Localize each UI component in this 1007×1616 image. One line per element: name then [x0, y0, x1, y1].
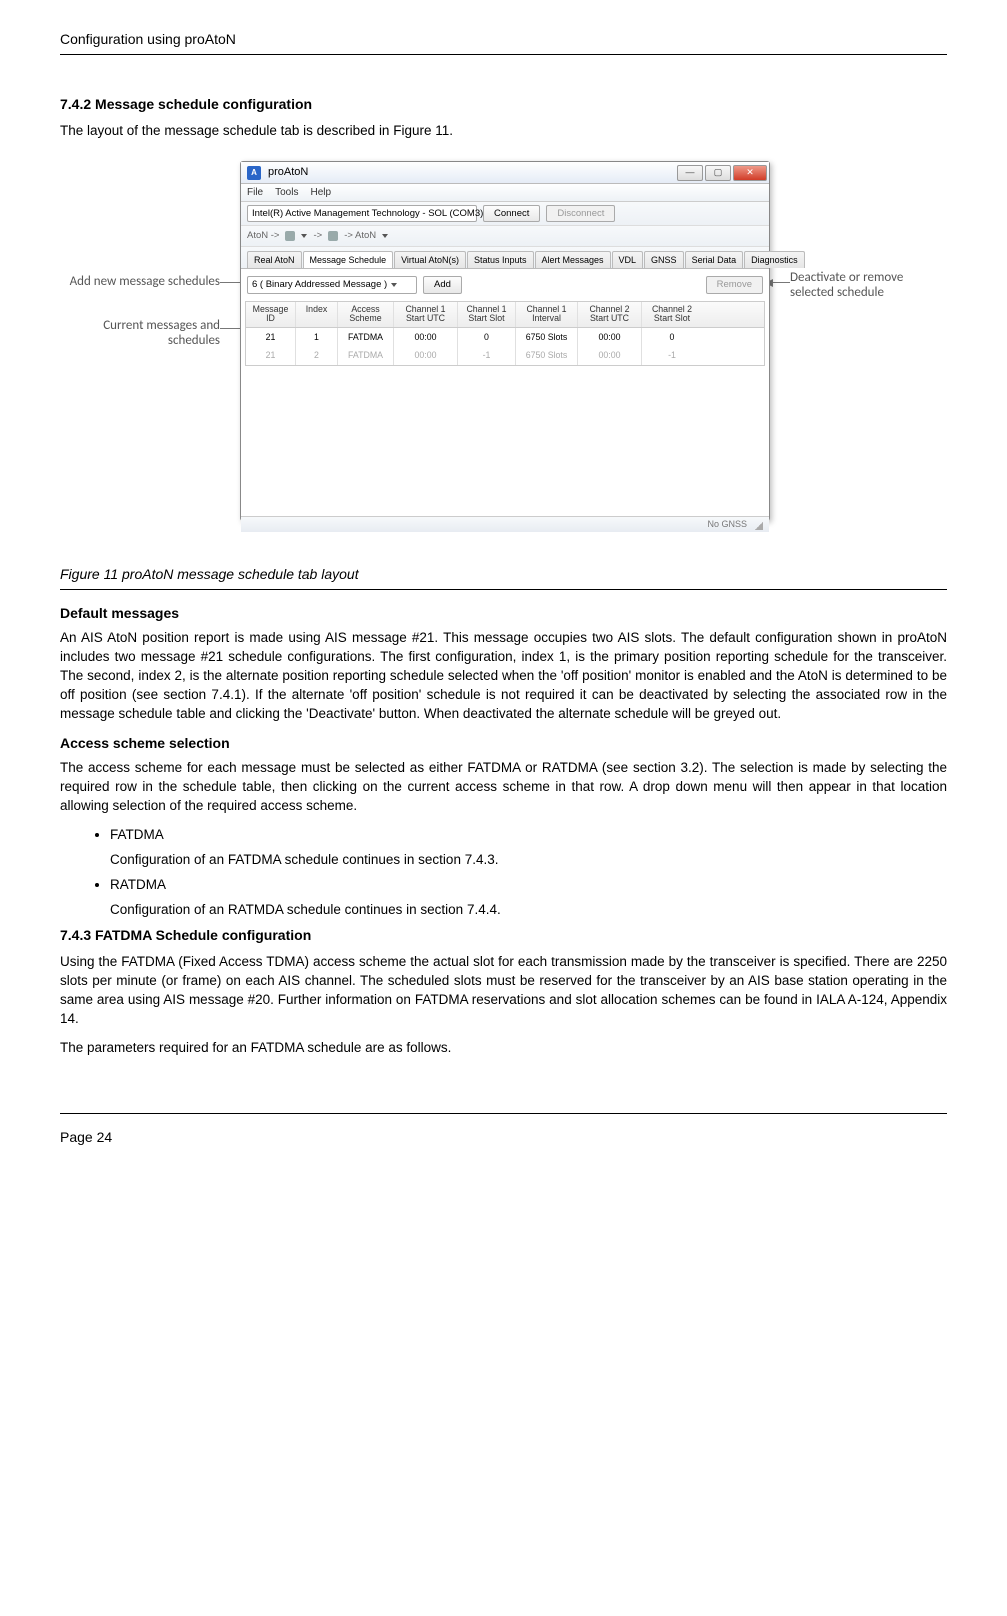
- maximize-button[interactable]: ▢: [705, 165, 731, 181]
- disconnect-button[interactable]: Disconnect: [546, 205, 615, 222]
- annotation-current-schedules: Current messages and schedules: [60, 319, 220, 349]
- table-row[interactable]: 212FATDMA00:00-16750 Slots00:00-1: [246, 346, 764, 364]
- table-cell: 00:00: [578, 346, 642, 364]
- menu-tools[interactable]: Tools: [275, 186, 298, 200]
- col-header: Channel 2 Start Slot: [642, 302, 702, 327]
- content-area: 6 ( Binary Addressed Message ) Add Remov…: [241, 268, 769, 532]
- app-icon: A: [247, 166, 261, 180]
- col-header: Access Scheme: [338, 302, 394, 327]
- message-type-value: 6 ( Binary Addressed Message ): [252, 278, 387, 291]
- aton-label-mid: ->: [313, 229, 322, 242]
- annotation-deactivate: Deactivate or remove selected schedule: [790, 271, 950, 301]
- col-header: Channel 1 Interval: [516, 302, 578, 327]
- chevron-down-icon: [391, 283, 397, 287]
- aton-label-right: -> AtoN: [344, 229, 376, 242]
- col-header: Message ID: [246, 302, 296, 327]
- tab-alert-messages[interactable]: Alert Messages: [535, 251, 611, 269]
- heading-743: 7.4.3 FATDMA Schedule configuration: [60, 926, 947, 946]
- menu-file[interactable]: File: [247, 186, 263, 200]
- table-cell: 21: [246, 346, 296, 364]
- table-cell: 00:00: [394, 328, 458, 346]
- bullet-ratdma: RATDMA: [110, 876, 947, 895]
- tab-vdl[interactable]: VDL: [612, 251, 644, 269]
- port-select[interactable]: Intel(R) Active Management Technology - …: [247, 205, 477, 222]
- table-cell: 6750 Slots: [516, 346, 578, 364]
- table-row[interactable]: 211FATDMA00:0006750 Slots00:000: [246, 328, 764, 346]
- device-icon: [285, 231, 295, 241]
- table-cell: -1: [458, 346, 516, 364]
- table-header: Message IDIndexAccess SchemeChannel 1 St…: [246, 302, 764, 328]
- default-messages-body: An AIS AtoN position report is made usin…: [60, 629, 947, 723]
- tab-row: Real AtoNMessage ScheduleVirtual AtoN(s)…: [241, 247, 769, 269]
- tab-real-aton[interactable]: Real AtoN: [247, 251, 302, 269]
- para-742: The layout of the message schedule tab i…: [60, 122, 947, 141]
- annotation-add-schedules: Add new message schedules: [60, 275, 220, 290]
- bullet-list: FATDMA: [60, 826, 947, 845]
- minimize-button[interactable]: —: [677, 165, 703, 181]
- table-cell: 2: [296, 346, 338, 364]
- menu-help[interactable]: Help: [310, 186, 331, 200]
- status-bar: No GNSS: [241, 516, 769, 532]
- table-cell: -1: [642, 346, 702, 364]
- menubar: File Tools Help: [241, 184, 769, 202]
- connection-row: Intel(R) Active Management Technology - …: [241, 202, 769, 226]
- resize-grip-icon[interactable]: [753, 520, 763, 530]
- app-title: proAtoN: [268, 165, 308, 180]
- table-cell: 00:00: [394, 346, 458, 364]
- app-window: A proAtoN — ▢ ✕ File Tools Help Intel(R)…: [240, 161, 770, 521]
- tab-serial-data[interactable]: Serial Data: [685, 251, 744, 269]
- para-743-2: The parameters required for an FATDMA sc…: [60, 1039, 947, 1058]
- figure-11: Add new message schedules Current messag…: [60, 151, 940, 541]
- table-cell: 1: [296, 328, 338, 346]
- connect-button[interactable]: Connect: [483, 205, 540, 222]
- close-button[interactable]: ✕: [733, 165, 767, 181]
- chevron-down-icon: [301, 234, 307, 238]
- message-type-select[interactable]: 6 ( Binary Addressed Message ): [247, 276, 417, 293]
- col-header: Channel 1 Start Slot: [458, 302, 516, 327]
- figure-caption: Figure 11 proAtoN message schedule tab l…: [60, 565, 947, 590]
- table-cell: FATDMA: [338, 346, 394, 364]
- tab-status-inputs[interactable]: Status Inputs: [467, 251, 534, 269]
- bullet-fatdma: FATDMA: [110, 826, 947, 845]
- tab-gnss[interactable]: GNSS: [644, 251, 684, 269]
- table-cell: FATDMA: [338, 328, 394, 346]
- page-header: Configuration using proAtoN: [60, 30, 947, 55]
- page-footer: Page 24: [60, 1113, 947, 1148]
- para-743-1: Using the FATDMA (Fixed Access TDMA) acc…: [60, 953, 947, 1029]
- col-header: Index: [296, 302, 338, 327]
- status-text: No GNSS: [707, 518, 747, 531]
- add-button[interactable]: Add: [423, 276, 462, 293]
- table-cell: 0: [642, 328, 702, 346]
- access-scheme-body: The access scheme for each message must …: [60, 759, 947, 816]
- tab-virtual-aton-s-[interactable]: Virtual AtoN(s): [394, 251, 466, 269]
- table-cell: 6750 Slots: [516, 328, 578, 346]
- aton-row: AtoN -> -> -> AtoN: [241, 226, 769, 246]
- tab-message-schedule[interactable]: Message Schedule: [303, 251, 394, 269]
- table-cell: 0: [458, 328, 516, 346]
- remove-button[interactable]: Remove: [706, 276, 763, 293]
- chevron-down-icon: [382, 234, 388, 238]
- table-cell: 21: [246, 328, 296, 346]
- device-icon: [328, 231, 338, 241]
- tab-diagnostics[interactable]: Diagnostics: [744, 251, 805, 269]
- table-body: 211FATDMA00:0006750 Slots00:000212FATDMA…: [246, 328, 764, 365]
- default-messages-head: Default messages: [60, 604, 947, 624]
- aton-label-left: AtoN ->: [247, 229, 279, 242]
- bullet-ratdma-desc: Configuration of an RATMDA schedule cont…: [60, 901, 947, 920]
- table-cell: 00:00: [578, 328, 642, 346]
- schedule-table: Message IDIndexAccess SchemeChannel 1 St…: [245, 301, 765, 366]
- bullet-fatdma-desc: Configuration of an FATDMA schedule cont…: [60, 851, 947, 870]
- access-scheme-head: Access scheme selection: [60, 734, 947, 754]
- bullet-list: RATDMA: [60, 876, 947, 895]
- titlebar: A proAtoN — ▢ ✕: [241, 162, 769, 184]
- port-select-value: Intel(R) Active Management Technology - …: [252, 207, 483, 220]
- schedule-add-row: 6 ( Binary Addressed Message ) Add Remov…: [245, 273, 765, 296]
- col-header: Channel 2 Start UTC: [578, 302, 642, 327]
- heading-742: 7.4.2 Message schedule configuration: [60, 95, 947, 115]
- col-header: Channel 1 Start UTC: [394, 302, 458, 327]
